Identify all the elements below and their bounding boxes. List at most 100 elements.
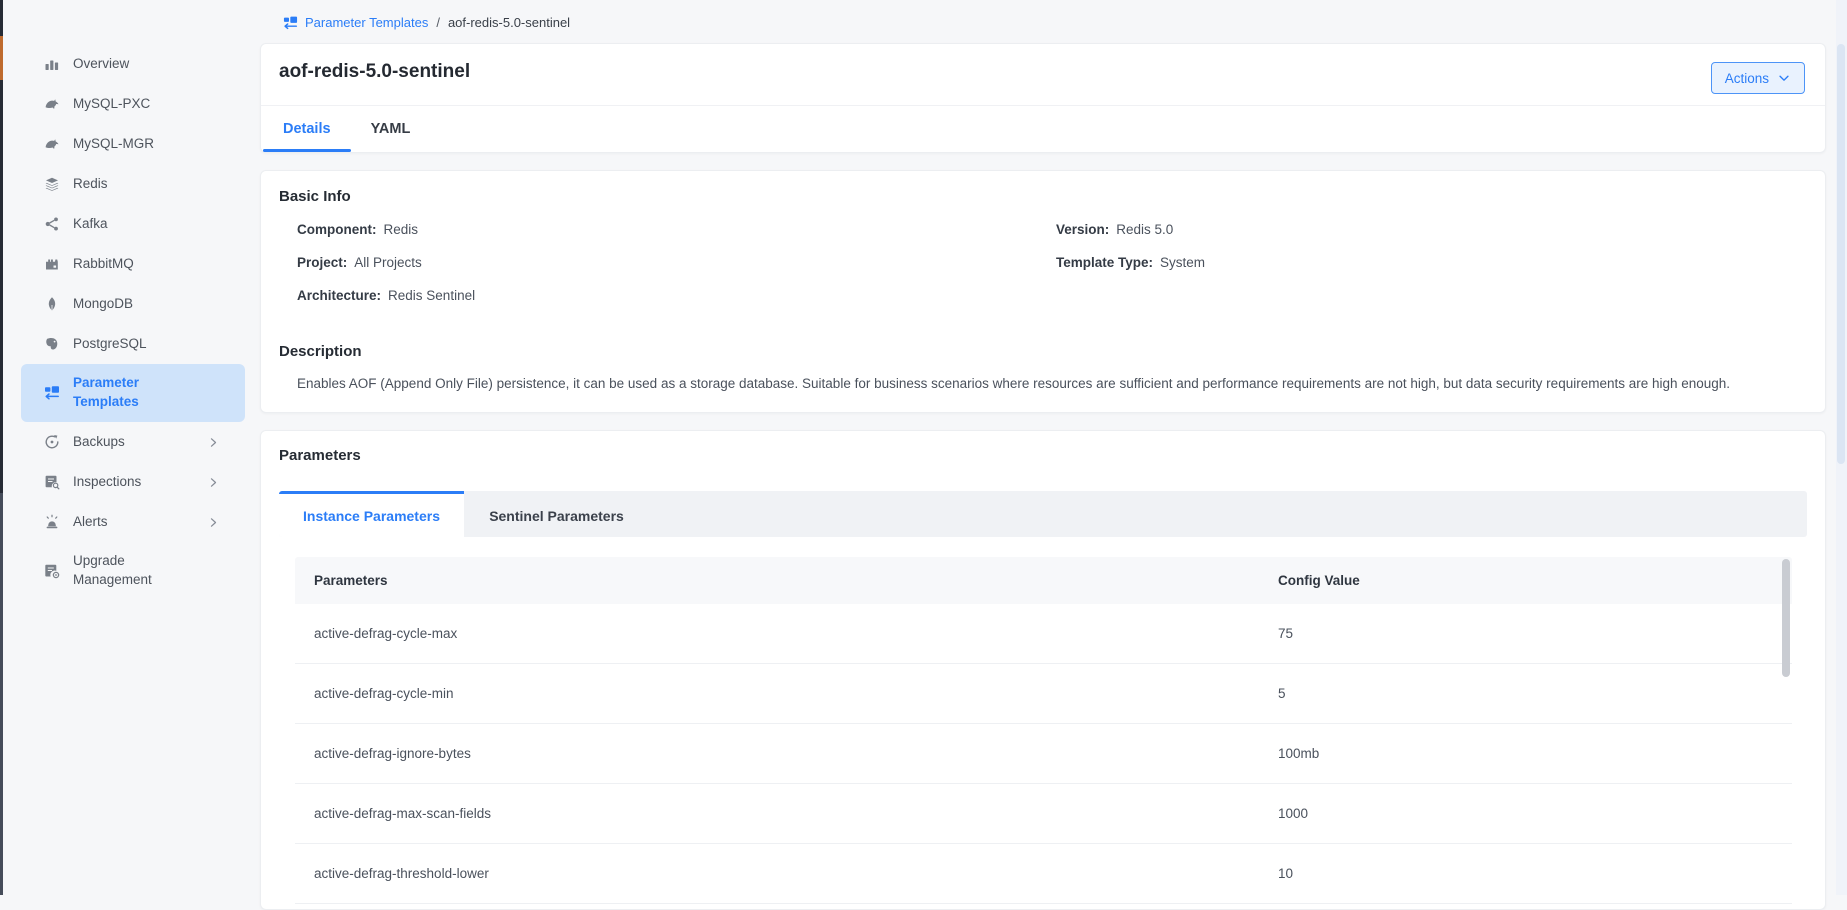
parameters-table: Parameters Config Value active-defrag-cy…: [295, 557, 1792, 904]
sidebar-item-mongodb[interactable]: MongoDB: [3, 284, 262, 324]
dolphin-icon: [44, 136, 60, 152]
field-value: Redis 5.0: [1116, 222, 1173, 237]
info-field-component: Component:Redis: [297, 220, 1056, 240]
upgrade-icon: [44, 563, 60, 579]
backup-icon: [44, 434, 60, 450]
sidebar-item-mysql-pxc[interactable]: MySQL-PXC: [3, 84, 262, 124]
sidebar-item-label: MySQL-PXC: [73, 95, 150, 114]
leaf-icon: [44, 296, 60, 312]
breadcrumb: Parameter Templates / aof-redis-5.0-sent…: [283, 10, 570, 34]
table-row: active-defrag-cycle-min5: [295, 664, 1792, 724]
sidebar-nav: Overview MySQL-PXC MySQL-MGR Redis Kafka Rabb…: [3, 0, 262, 600]
sidebar: Overview MySQL-PXC MySQL-MGR Redis Kafka Rabb…: [3, 0, 262, 895]
field-label: Architecture:: [297, 288, 381, 303]
basic-info-card: Basic Info Component:Redis Project: All Pr…: [260, 170, 1826, 413]
table-row: active-defrag-threshold-lower10: [295, 844, 1792, 904]
info-field-project: Project: All Projects: [297, 253, 1056, 273]
cell-parameter: active-defrag-ignore-bytes: [295, 746, 1278, 761]
bar-chart-icon: [44, 56, 60, 72]
dolphin-icon: [44, 96, 60, 112]
sidebar-item-parameter-templates[interactable]: Parameter Templates: [21, 364, 245, 422]
chevron-right-icon: [207, 436, 220, 449]
basic-info-right-column: Version: Redis 5.0 Template Type: System: [1056, 220, 1205, 319]
basic-info-heading: Basic Info: [279, 186, 1807, 207]
table-row: active-defrag-ignore-bytes100mb: [295, 724, 1792, 784]
factory-icon: [44, 256, 60, 272]
header-card: aof-redis-5.0-sentinel Actions DetailsYA…: [260, 43, 1826, 153]
breadcrumb-root-link[interactable]: Parameter Templates: [305, 15, 428, 30]
sidebar-item-alerts[interactable]: Alerts: [3, 502, 262, 542]
templates-icon: [283, 15, 298, 30]
sidebar-item-label: Alerts: [73, 513, 108, 532]
table-scrollbar-thumb[interactable]: [1782, 559, 1790, 677]
cell-config-value: 1000: [1278, 806, 1792, 821]
cell-parameter: active-defrag-cycle-max: [295, 626, 1278, 641]
sidebar-item-label: Inspections: [73, 473, 141, 492]
chevron-down-icon: [1777, 71, 1791, 85]
cell-config-value: 100mb: [1278, 746, 1792, 761]
tab-details[interactable]: Details: [263, 106, 351, 152]
field-label: Template Type:: [1056, 255, 1153, 270]
network-icon: [44, 216, 60, 232]
sidebar-item-label: MySQL-MGR: [73, 135, 154, 154]
field-value: Redis Sentinel: [388, 288, 475, 303]
parameters-card: Parameters Instance ParametersSentinel P…: [260, 430, 1826, 910]
cell-parameter: active-defrag-threshold-lower: [295, 866, 1278, 881]
sidebar-item-label: Backups: [73, 433, 125, 452]
title-row: aof-redis-5.0-sentinel Actions: [261, 44, 1825, 106]
sidebar-item-rabbitmq[interactable]: RabbitMQ: [3, 244, 262, 284]
sidebar-item-label: Redis: [73, 175, 108, 194]
description-heading: Description: [279, 341, 1807, 362]
field-value: All Projects: [354, 255, 422, 270]
cell-parameter: active-defrag-max-scan-fields: [295, 806, 1278, 821]
breadcrumb-separator: /: [436, 15, 440, 30]
tab-yaml[interactable]: YAML: [351, 106, 431, 152]
page-title: aof-redis-5.0-sentinel: [279, 59, 1807, 85]
sidebar-item-label: Upgrade Management: [73, 552, 191, 590]
column-header-config-value: Config Value: [1278, 573, 1792, 588]
table-row: active-defrag-cycle-max75: [295, 604, 1792, 664]
breadcrumb-current: aof-redis-5.0-sentinel: [448, 15, 570, 30]
actions-button-label: Actions: [1725, 71, 1769, 86]
sidebar-item-label: RabbitMQ: [73, 255, 134, 274]
cell-config-value: 10: [1278, 866, 1792, 881]
sidebar-item-backups[interactable]: Backups: [3, 422, 262, 462]
table-body: active-defrag-cycle-max75active-defrag-c…: [295, 604, 1792, 904]
basic-info-left-column: Component:Redis Project: All Projects Archi…: [297, 220, 1056, 319]
sidebar-item-postgresql[interactable]: PostgreSQL: [3, 324, 262, 364]
tab-sentinel-parameters[interactable]: Sentinel Parameters: [464, 491, 649, 537]
column-header-parameters: Parameters: [295, 573, 1278, 588]
tab-instance-parameters[interactable]: Instance Parameters: [279, 491, 464, 537]
page-scrollbar-thumb[interactable]: [1837, 44, 1845, 464]
layers-icon: [44, 176, 60, 192]
basic-info-fields: Component:Redis Project: All Projects Archi…: [279, 220, 1807, 319]
chevron-right-icon: [207, 516, 220, 529]
sidebar-item-overview[interactable]: Overview: [3, 44, 262, 84]
field-value: System: [1160, 255, 1205, 270]
info-field-architecture: Architecture: Redis Sentinel: [297, 286, 1056, 306]
sidebar-item-mysql-mgr[interactable]: MySQL-MGR: [3, 124, 262, 164]
sidebar-item-label: Overview: [73, 55, 129, 74]
cell-config-value: 75: [1278, 626, 1792, 641]
header-tabs: DetailsYAML: [261, 106, 1825, 152]
field-label: Project:: [297, 255, 347, 270]
elephant-icon: [44, 336, 60, 352]
sidebar-item-label: MongoDB: [73, 295, 133, 314]
chevron-right-icon: [207, 476, 220, 489]
actions-button[interactable]: Actions: [1711, 62, 1805, 94]
field-label: Version:: [1056, 222, 1109, 237]
table-header-row: Parameters Config Value: [295, 557, 1792, 604]
sidebar-item-redis[interactable]: Redis: [3, 164, 262, 204]
sidebar-item-kafka[interactable]: Kafka: [3, 204, 262, 244]
field-value: Redis: [383, 222, 418, 237]
description-text: Enables AOF (Append Only File) persisten…: [279, 374, 1807, 393]
info-field-template-type: Template Type: System: [1056, 253, 1205, 273]
cell-parameter: active-defrag-cycle-min: [295, 686, 1278, 701]
page-scrollbar[interactable]: [1836, 0, 1847, 895]
inspection-icon: [44, 474, 60, 490]
alarm-icon: [44, 514, 60, 530]
sidebar-item-upgrade-management[interactable]: Upgrade Management: [3, 542, 262, 600]
sidebar-item-label: PostgreSQL: [73, 335, 147, 354]
templates-icon: [44, 385, 60, 401]
sidebar-item-inspections[interactable]: Inspections: [3, 462, 262, 502]
